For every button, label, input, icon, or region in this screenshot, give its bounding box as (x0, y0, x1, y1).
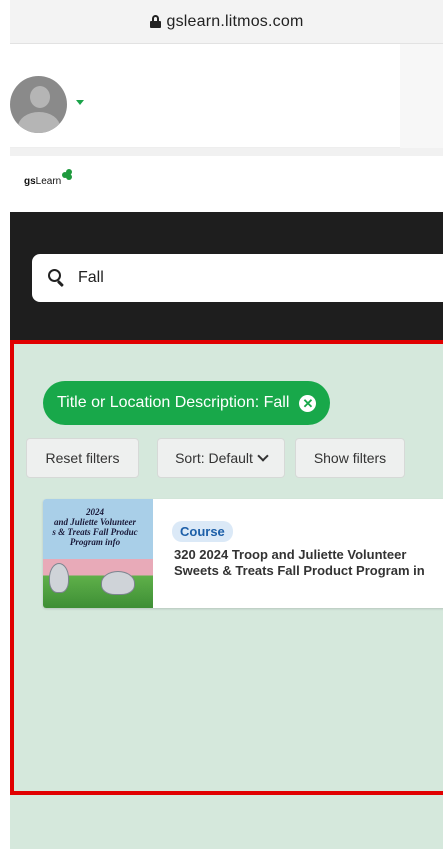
search-field[interactable] (32, 254, 443, 302)
elephant-illustration (101, 571, 135, 595)
search-icon (48, 269, 66, 288)
active-filter-chip[interactable]: Title or Location Description: Fall ✕ (43, 381, 331, 425)
sort-label: Sort: Default (175, 450, 253, 466)
filter-chip-label: Title or Location Description: Fall (57, 394, 290, 411)
divider (10, 148, 443, 156)
profile-dropdown-icon[interactable] (76, 100, 84, 105)
header-right-area (400, 44, 443, 148)
address-bar[interactable]: gslearn.litmos.com (10, 0, 443, 44)
logo-bar: gs Learn (10, 156, 443, 212)
avatar[interactable] (10, 76, 67, 133)
lock-icon (149, 15, 161, 28)
clover-icon (62, 169, 73, 180)
url-text: gslearn.litmos.com (166, 12, 304, 30)
profile-header (10, 44, 443, 148)
sort-dropdown[interactable]: Sort: Default (157, 438, 285, 478)
results-panel: Title or Location Description: Fall ✕ Re… (10, 340, 443, 795)
course-thumbnail: 2024 and Juliette Volunteer s & Treats F… (43, 499, 153, 608)
search-section (10, 212, 443, 340)
gslearn-logo[interactable]: gs Learn (24, 169, 73, 187)
result-title[interactable]: 320 2024 Troop and Juliette Volunteer Sw… (174, 547, 443, 579)
elephant-illustration (49, 563, 69, 593)
result-card[interactable]: 2024 and Juliette Volunteer s & Treats F… (43, 499, 443, 608)
page-footer-area (10, 795, 443, 849)
show-filters-button[interactable]: Show filters (295, 438, 405, 478)
search-input[interactable] (78, 269, 398, 287)
reset-filters-button[interactable]: Reset filters (26, 438, 139, 478)
close-icon[interactable]: ✕ (299, 394, 317, 412)
chevron-down-icon (257, 450, 269, 462)
type-badge: Course (172, 521, 233, 542)
